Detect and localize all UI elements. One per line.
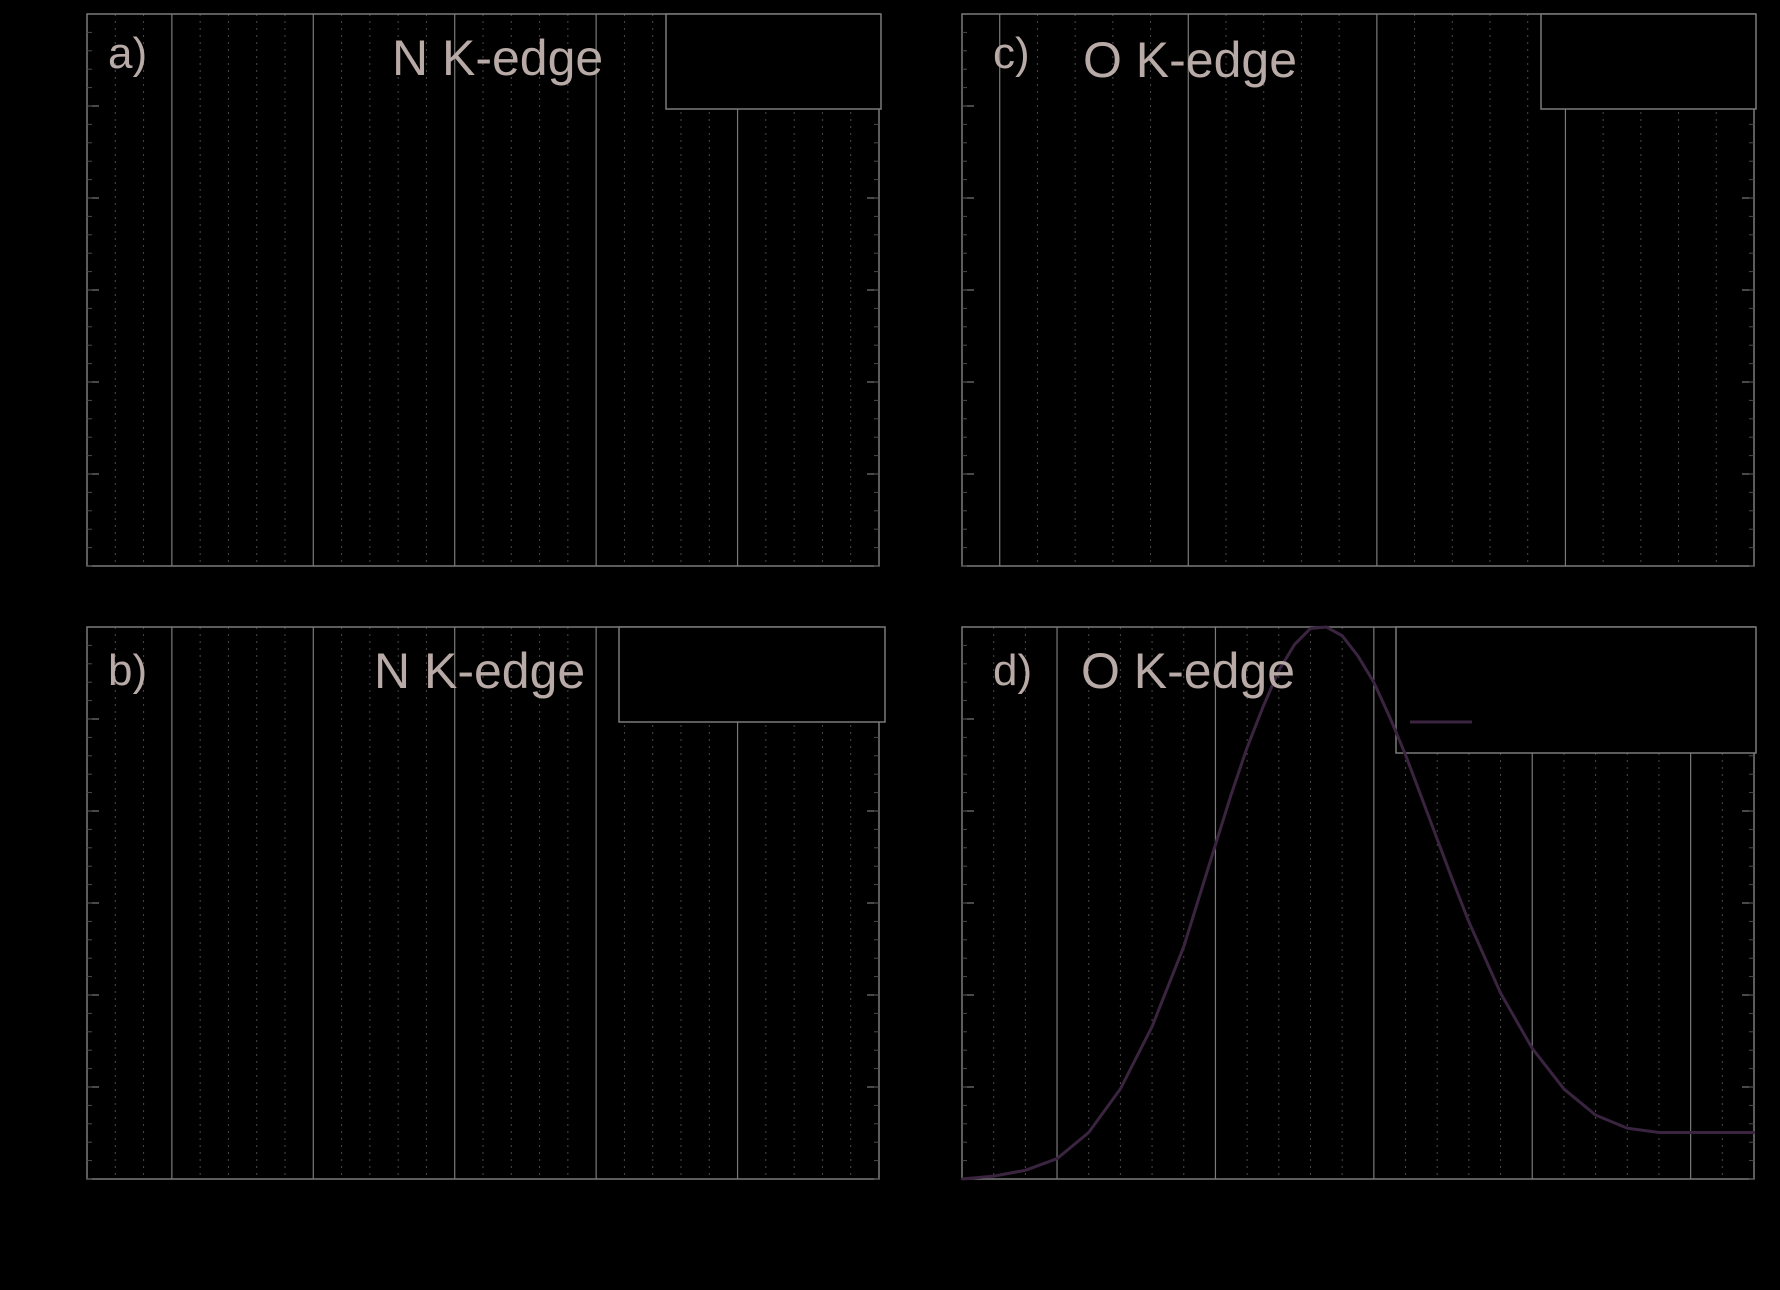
data-point xyxy=(1087,1131,1090,1134)
data-point xyxy=(1198,894,1201,897)
data-point xyxy=(1752,1131,1756,1134)
data-point xyxy=(1372,681,1376,684)
panel-label: c) xyxy=(993,29,1030,78)
panel-title: O K-edge xyxy=(1081,643,1295,699)
data-point xyxy=(1230,792,1233,796)
data-point xyxy=(1689,1131,1692,1134)
panel-a: a) N K-edge xyxy=(86,13,882,567)
panel-title: O K-edge xyxy=(1083,32,1297,88)
data-point xyxy=(1562,1087,1566,1091)
data-point xyxy=(1420,795,1423,799)
panel-b: b) N K-edge xyxy=(86,626,886,1180)
data-point xyxy=(1182,945,1185,948)
data-point xyxy=(1626,1126,1629,1130)
data-point xyxy=(1119,1087,1122,1091)
data-point xyxy=(1404,753,1407,757)
data-point xyxy=(1325,625,1328,629)
panel-label: d) xyxy=(993,646,1032,695)
data-point xyxy=(1657,1131,1661,1134)
data-point xyxy=(1594,1113,1597,1117)
data-point xyxy=(1499,991,1502,995)
panel-title: N K-edge xyxy=(374,643,585,699)
data-point xyxy=(1340,634,1344,637)
data-point xyxy=(1055,1157,1059,1160)
panel-title: N K-edge xyxy=(392,30,603,86)
data-point xyxy=(1245,746,1249,749)
data-point xyxy=(1436,837,1439,841)
data-point xyxy=(1451,880,1455,883)
data-point xyxy=(1467,920,1471,924)
legend-box xyxy=(1395,626,1757,754)
figure: a) N K-edge b) N K-edge c) O K-edge d) O K-edge xyxy=(86,13,1757,1181)
panel-label: b) xyxy=(108,646,147,695)
data-point xyxy=(1150,1025,1154,1028)
legend-box xyxy=(618,626,886,723)
panel-d: d) O K-edge xyxy=(960,625,1757,1181)
data-point xyxy=(1721,1131,1724,1134)
data-point xyxy=(1356,654,1360,658)
panel-c: c) O K-edge xyxy=(961,13,1757,567)
data-point xyxy=(1261,705,1265,709)
legend-box xyxy=(1540,13,1757,110)
data-point xyxy=(1531,1047,1534,1050)
legend-box xyxy=(665,13,882,110)
data-point xyxy=(1388,715,1391,719)
data-point xyxy=(1024,1169,1027,1172)
data-point xyxy=(1309,627,1312,630)
data-point xyxy=(992,1174,995,1178)
data-point xyxy=(960,1177,964,1181)
panel-label: a) xyxy=(108,29,147,78)
data-point xyxy=(1214,843,1217,847)
